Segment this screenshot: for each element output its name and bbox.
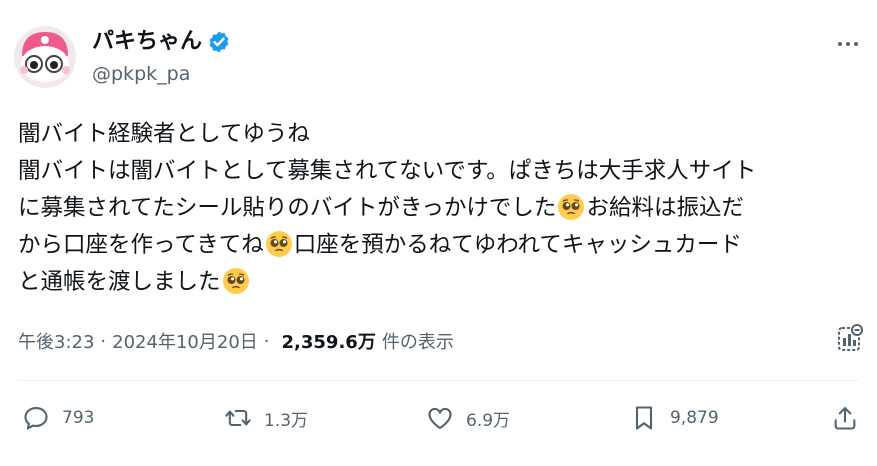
reply-count: 793 [62,408,95,428]
pleading-face-emoji-icon [265,230,293,258]
name-row: パキちゃん [92,28,231,56]
post-text: 闇バイト経験者としてゆうね 闇バイトは闇バイトとして募集されてないです。ぱきちは… [18,116,863,301]
bookmark-button[interactable]: 9,879 [630,398,719,438]
avatar[interactable] [14,26,76,88]
bookmark-count: 9,879 [670,408,719,428]
more-dots-icon[interactable] [832,32,864,56]
post-date[interactable]: 2024年10月20日 [112,328,258,354]
reply-icon [24,407,48,430]
bookmark-icon [635,406,653,430]
meta-separator: · [100,330,107,352]
verified-badge-icon[interactable] [207,30,231,54]
post-line: に募集されてたシール貼りのバイトがきっかけでした お給料は振込だ [18,193,744,221]
repost-icon [225,409,251,427]
share-button[interactable] [831,398,859,438]
post-line: 闇バイト経験者としてゆうね [18,121,310,147]
character-avatar-icon [14,26,76,88]
post: パキちゃん @pkpk_pa 闇バイト経験者としてゆうね 闇バイトは闇バイトとし… [0,0,877,466]
repost-button[interactable]: 1.3万 [224,398,308,438]
divider [18,380,859,381]
meta-separator: · [263,330,270,352]
like-button[interactable]: 6.9万 [426,398,510,438]
heart-icon [428,407,452,429]
reply-button[interactable]: 793 [22,398,94,438]
post-meta: 午後3:23 · 2024年10月20日 · 2,359.6万 件の表示 [18,328,454,354]
post-line: 闇バイトは闇バイトとして募集されてないです。ぱきちは大手求人サイト [18,158,757,184]
post-line: と通帳を渡しました [18,264,863,301]
pleading-face-emoji-icon [557,193,585,221]
pleading-face-emoji-icon [222,267,250,295]
repost-count: 1.3万 [264,410,309,431]
like-count: 6.9万 [466,410,511,431]
share-icon [834,407,856,430]
action-bar: 793 1.3万 6.9万 9,879 [18,398,859,438]
display-name[interactable]: パキちゃん [92,28,202,56]
post-time[interactable]: 午後3:23 [18,328,94,354]
view-count: 2,359.6万 [281,332,376,353]
analytics-icon[interactable] [837,324,863,352]
view-count-label: 件の表示 [381,332,454,353]
user-handle[interactable]: @pkpk_pa [92,62,190,86]
post-header: パキちゃん @pkpk_pa [14,26,864,90]
post-line: から口座を作ってきてね 口座を預かるねてゆわれてキャッシュカード [18,230,742,258]
